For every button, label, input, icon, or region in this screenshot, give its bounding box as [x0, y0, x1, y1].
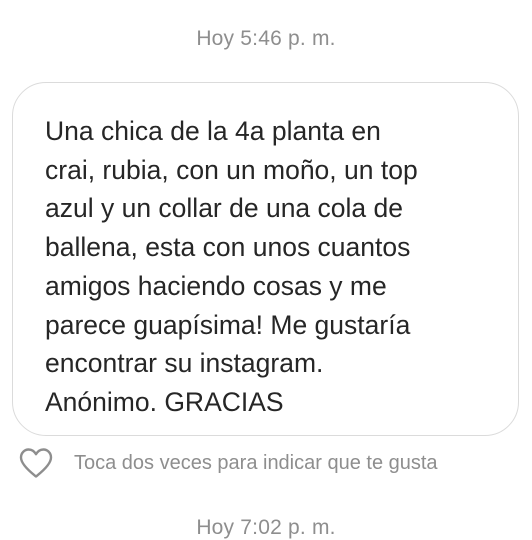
message-timestamp: Hoy 5:46 p. m. [196, 27, 336, 50]
like-hint-text: Toca dos veces para indicar que te gusta [74, 451, 438, 474]
heart-outline-icon[interactable] [18, 447, 54, 479]
message-text: Una chica de la 4a planta en crai, rubia… [45, 116, 418, 417]
message-timestamp-next: Hoy 7:02 p. m. [196, 516, 336, 539]
like-row: Toca dos veces para indicar que te gusta [18, 445, 438, 481]
